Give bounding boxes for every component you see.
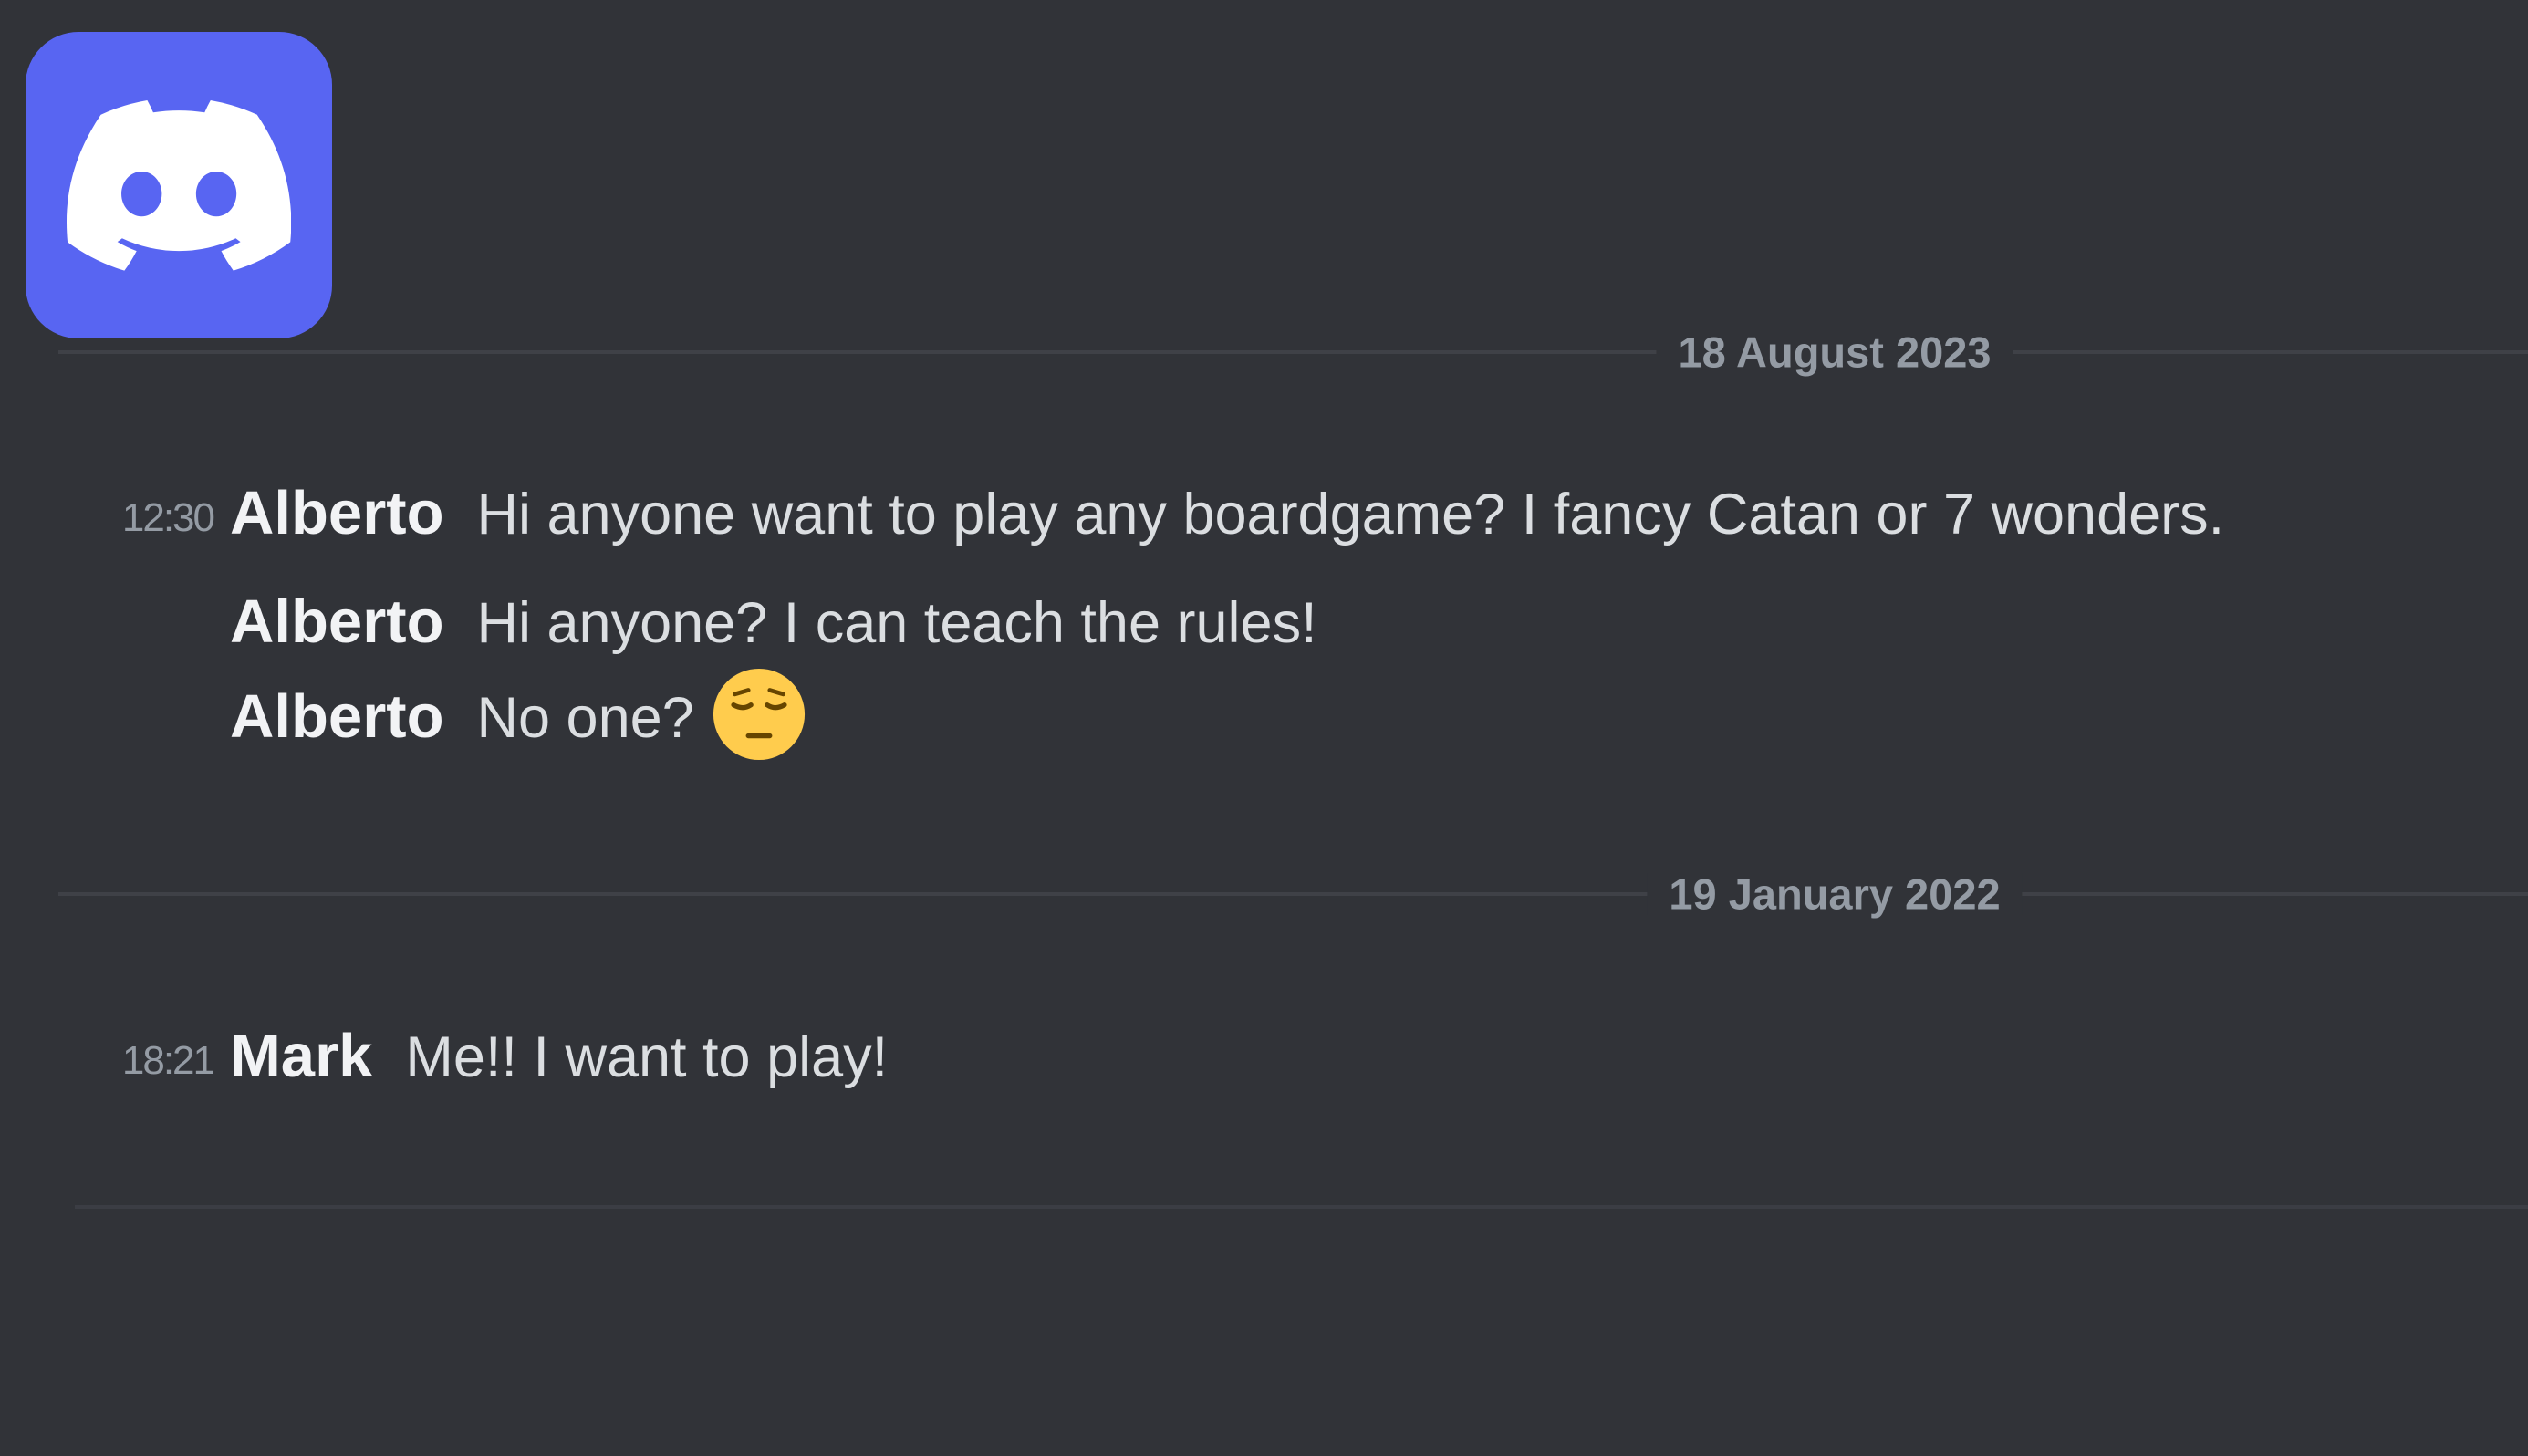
message-row[interactable]: 18:21 Mark Me!! I want to play!	[0, 1010, 2528, 1110]
message-row[interactable]: Alberto Hi anyone? I can teach the rules!	[0, 576, 2528, 676]
chat-end-divider	[75, 1205, 2528, 1209]
message-author[interactable]: Alberto	[230, 483, 444, 544]
message-content: Hi anyone? I can teach the rules!	[476, 591, 1317, 655]
pensive-face-icon	[713, 668, 805, 761]
message-author[interactable]: Alberto	[230, 686, 444, 747]
date-divider-label: 18 August 2023	[1656, 330, 2013, 374]
discord-logo	[26, 32, 332, 338]
message-author[interactable]: Mark	[230, 1025, 372, 1087]
message-row[interactable]: 12:30 Alberto Hi anyone want to play any …	[0, 467, 2528, 567]
message-content: No one?	[476, 686, 694, 750]
date-divider: 19 January 2022	[58, 872, 2528, 916]
date-divider-label: 19 January 2022	[1647, 872, 2023, 916]
message-author[interactable]: Alberto	[230, 591, 444, 652]
message-timestamp: 12:30	[121, 495, 215, 540]
message-content: Hi anyone want to play any boardgame? I …	[476, 483, 2225, 546]
message-content: Me!! I want to play!	[405, 1025, 889, 1089]
pensive-face-emoji[interactable]	[711, 666, 807, 763]
date-divider: 18 August 2023	[58, 330, 2528, 374]
discord-logo-icon	[67, 100, 291, 271]
message-row[interactable]: Alberto No one?	[0, 668, 2528, 786]
message-timestamp: 18:21	[121, 1038, 215, 1083]
